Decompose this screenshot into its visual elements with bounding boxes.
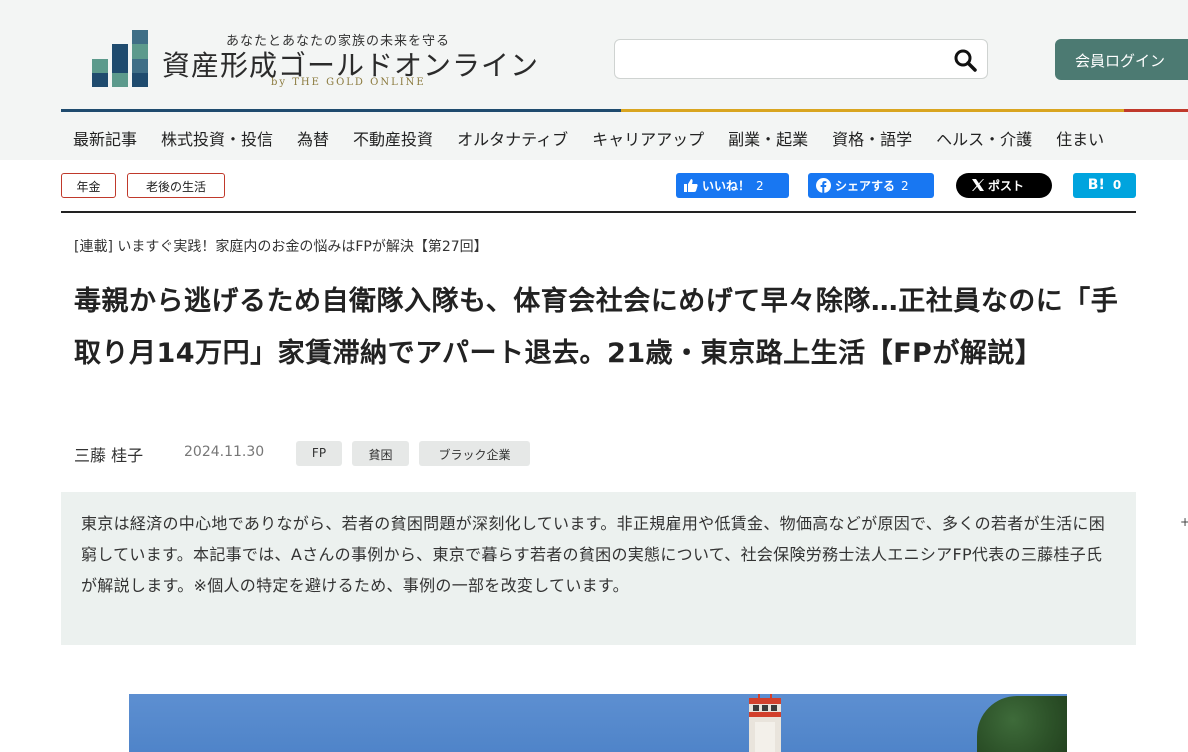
- nav-item-side-business[interactable]: 副業・起業: [716, 112, 820, 160]
- nav-item-housing[interactable]: 住まい: [1044, 112, 1116, 160]
- facebook-share-button[interactable]: シェアする 2: [808, 173, 934, 198]
- article-summary: 東京は経済の中心地でありながら、若者の貧困問題が深刻化しています。非正規雇用や低…: [61, 492, 1136, 645]
- facebook-icon: [816, 177, 831, 193]
- hatena-label: B!: [1087, 177, 1105, 193]
- facebook-share-label: シェアする: [835, 179, 896, 193]
- series-link[interactable]: [連載] いますぐ実践！家庭内のお金の悩みはFPが解決【第27回】: [74, 236, 488, 256]
- article-title: 毒親から逃げるため自衛隊入隊も、体育会社会にめげて早々除隊…正社員なのに「手取り…: [74, 286, 1119, 369]
- main-nav: 最新記事 株式投資・投信 為替 不動産投資 オルタナティブ キャリアアップ 副業…: [61, 112, 1188, 160]
- nav-item-real-estate[interactable]: 不動産投資: [341, 112, 445, 160]
- site-logo[interactable]: あなたとあなたの家族の未来を守る 資産形成ゴールドオンライン by THE GO…: [88, 30, 548, 92]
- nav-item-forex[interactable]: 為替: [285, 112, 341, 160]
- search-box: [614, 39, 988, 79]
- x-post-button[interactable]: ポスト: [956, 173, 1052, 198]
- scroll-marker: +: [1180, 515, 1188, 529]
- nav-item-latest[interactable]: 最新記事: [61, 112, 149, 160]
- search-input[interactable]: [625, 48, 945, 72]
- summary-text: 東京は経済の中心地でありながら、若者の貧困問題が深刻化しています。非正規雇用や低…: [81, 514, 1106, 595]
- like-label: いいね！: [702, 179, 751, 193]
- keyword-tag[interactable]: 貧困: [352, 441, 409, 466]
- tokyo-tower-image: [749, 694, 781, 752]
- hatena-count: 0: [1112, 178, 1122, 192]
- thumbs-up-icon: [684, 179, 698, 192]
- hero-image: [129, 694, 1067, 752]
- x-post-label: ポスト: [988, 179, 1025, 193]
- like-button[interactable]: いいね！ 2: [676, 173, 789, 198]
- nav-item-qualification[interactable]: 資格・語学: [820, 112, 924, 160]
- nav-item-health[interactable]: ヘルス・介護: [924, 112, 1044, 160]
- author-name[interactable]: 三藤 桂子: [74, 442, 143, 466]
- login-button[interactable]: 会員ログイン: [1055, 39, 1188, 80]
- search-icon[interactable]: [953, 48, 977, 72]
- site-sub: by THE GOLD ONLINE: [271, 77, 426, 88]
- nav-item-stocks[interactable]: 株式投資・投信: [149, 112, 285, 160]
- hatena-bookmark-button[interactable]: B! 0: [1073, 173, 1136, 198]
- tag-pension[interactable]: 年金: [61, 173, 116, 198]
- like-count: 2: [756, 179, 764, 193]
- keyword-tag[interactable]: FP: [296, 441, 342, 466]
- nav-item-career[interactable]: キャリアアップ: [580, 112, 716, 160]
- site-header: あなたとあなたの家族の未来を守る 資産形成ゴールドオンライン by THE GO…: [0, 0, 1188, 160]
- x-logo-icon: [972, 179, 984, 191]
- nav-item-alternative[interactable]: オルタナティブ: [445, 112, 580, 160]
- tag-retirement-life[interactable]: 老後の生活: [127, 173, 225, 198]
- foliage-image: [977, 696, 1067, 752]
- logo-mark-icon: [88, 30, 150, 88]
- facebook-share-count: 2: [901, 179, 909, 193]
- publish-date: 2024.11.30: [184, 444, 265, 460]
- header-divider: [61, 211, 1136, 213]
- keyword-tag[interactable]: ブラック企業: [419, 441, 530, 466]
